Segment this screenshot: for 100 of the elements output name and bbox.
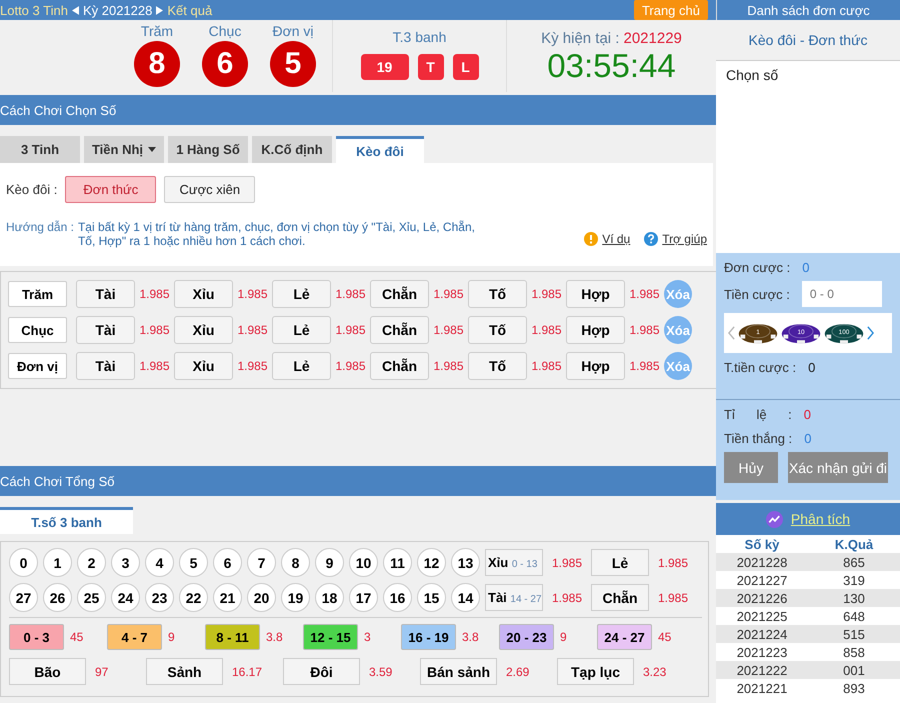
number-ball[interactable]: 17 (349, 583, 378, 612)
trend-chart-icon (766, 510, 783, 528)
number-ball[interactable]: 27 (9, 583, 38, 612)
game-tab[interactable]: 3 Tinh (0, 136, 80, 163)
bet-option-button[interactable]: Chẵn (370, 316, 429, 344)
game-tab[interactable]: Kèo đôi (336, 136, 424, 163)
special-button[interactable]: Sảnh (146, 658, 223, 685)
odds-value: 1.985 (432, 359, 465, 373)
number-ball[interactable]: 15 (417, 583, 446, 612)
result-badge: 19 (360, 54, 408, 80)
number-ball[interactable]: 1 (43, 548, 72, 577)
number-ball[interactable]: 10 (349, 548, 378, 577)
parity-button[interactable]: Chẵn (591, 584, 649, 611)
help-icon (644, 232, 658, 246)
bet-option-button[interactable]: Xỉu (174, 280, 233, 308)
range-button[interactable]: 20 - 23 (499, 624, 554, 650)
bet-option-button[interactable]: Lẻ (272, 352, 331, 380)
range-button[interactable]: 8 - 11 (205, 624, 260, 650)
odds-value: 1.985 (628, 323, 661, 337)
position-button[interactable]: Trăm (8, 281, 67, 307)
number-ball[interactable]: 2 (77, 548, 106, 577)
odds-value: 1.985 (138, 359, 171, 373)
bet-option-button[interactable]: Hợp (566, 280, 625, 308)
parity-button[interactable]: Lẻ (591, 549, 649, 576)
number-ball[interactable]: 19 (281, 583, 310, 612)
number-ball[interactable]: 3 (111, 548, 140, 577)
range-button[interactable]: 0 - 3 (9, 624, 64, 650)
guide-link[interactable]: Ví dụ (602, 232, 630, 246)
special-button[interactable]: Tạp lục (557, 658, 634, 685)
range-button[interactable]: 16 - 19 (401, 624, 456, 650)
odds-value: 1.985 (236, 359, 269, 373)
bet-option-button[interactable]: Tố (468, 352, 527, 380)
number-ball[interactable]: 23 (145, 583, 174, 612)
number-ball[interactable]: 9 (315, 548, 344, 577)
size-button[interactable]: Tài 14 - 27 (485, 584, 543, 611)
number-ball[interactable]: 0 (9, 548, 38, 577)
result-ball: 5 (270, 41, 316, 87)
number-ball[interactable]: 24 (111, 583, 140, 612)
sum-tab[interactable]: T.số 3 banh (0, 507, 133, 534)
section-title: Cách Chơi Chọn Số (0, 102, 116, 118)
bet-option-button[interactable]: Hợp (566, 352, 625, 380)
number-ball[interactable]: 20 (247, 583, 276, 612)
bet-option-button[interactable]: Lẻ (272, 316, 331, 344)
number-ball[interactable]: 4 (145, 548, 174, 577)
next-icon[interactable] (156, 6, 164, 14)
bet-option-button[interactable]: Tài (76, 280, 135, 308)
current-period-label: Kỳ hiện tại : (541, 30, 620, 47)
guide-link[interactable]: Trợ giúp (662, 232, 707, 246)
bet-option-button[interactable]: Chẵn (370, 280, 429, 308)
number-ball[interactable]: 25 (77, 583, 106, 612)
game-tab[interactable]: K.Cố định (252, 136, 332, 163)
bet-mode-title: Kèo đôi - Đơn thức (748, 32, 868, 48)
bet-option-button[interactable]: Tài (76, 352, 135, 380)
number-ball[interactable]: 5 (179, 548, 208, 577)
bet-count-label: Đơn cược : (724, 260, 790, 274)
number-ball[interactable]: 12 (417, 548, 446, 577)
number-ball[interactable]: 8 (281, 548, 310, 577)
chevron-right-icon[interactable] (867, 325, 874, 341)
bet-option-button[interactable]: Xỉu (174, 352, 233, 380)
position-button[interactable]: Đơn vị (8, 353, 67, 379)
odds-value: 1.985 (236, 287, 269, 301)
ball-label: Chục (208, 23, 242, 39)
table-cell-text: 2021225 (736, 608, 788, 624)
number-ball[interactable]: 18 (315, 583, 344, 612)
number-ball[interactable]: 6 (213, 548, 242, 577)
special-button[interactable]: Đôi (283, 658, 360, 685)
bet-option-button[interactable]: Tố (468, 280, 527, 308)
table-cell-text: 2021227 (736, 572, 788, 588)
game-tab[interactable]: 1 Hàng Số (168, 136, 248, 163)
bet-option-button[interactable]: Hợp (566, 316, 625, 344)
number-ball[interactable]: 16 (383, 583, 412, 612)
special-button[interactable]: Bán sảnh (420, 658, 497, 685)
odds-value: 3.23 (642, 664, 668, 678)
bet-option-button[interactable]: Tài (76, 316, 135, 344)
odds-value: 3.59 (368, 664, 394, 678)
number-ball[interactable]: 13 (451, 548, 480, 577)
table-cell-text: 2021226 (736, 590, 788, 606)
range-button[interactable]: 24 - 27 (597, 624, 652, 650)
range-button[interactable]: 12 - 15 (303, 624, 358, 650)
rate-value: 0 (804, 406, 812, 422)
size-button[interactable]: Xỉu 0 - 13 (485, 549, 543, 576)
bet-option-button[interactable]: Lẻ (272, 280, 331, 308)
number-ball[interactable]: 22 (179, 583, 208, 612)
number-ball[interactable]: 21 (213, 583, 242, 612)
number-ball[interactable]: 26 (43, 583, 72, 612)
special-button[interactable]: Bão (9, 658, 86, 685)
game-title: Lotto 3 Tinh (0, 2, 68, 18)
range-button[interactable]: 4 - 7 (107, 624, 162, 650)
bet-type-button[interactable]: Đơn thức (65, 176, 156, 203)
number-ball[interactable]: 14 (451, 583, 480, 612)
bet-option-button[interactable]: Chẵn (370, 352, 429, 380)
bet-option-button[interactable]: Xỉu (174, 316, 233, 344)
position-button[interactable]: Chục (8, 317, 67, 343)
stake-input[interactable]: 0 - 0 (802, 281, 882, 307)
number-ball[interactable]: 7 (247, 548, 276, 577)
bet-type-button[interactable]: Cược xiên (164, 176, 256, 203)
game-tab[interactable]: Tiền Nhị (84, 136, 164, 163)
previous-icon[interactable] (72, 6, 79, 14)
number-ball[interactable]: 11 (383, 548, 412, 577)
bet-option-button[interactable]: Tố (468, 316, 527, 344)
